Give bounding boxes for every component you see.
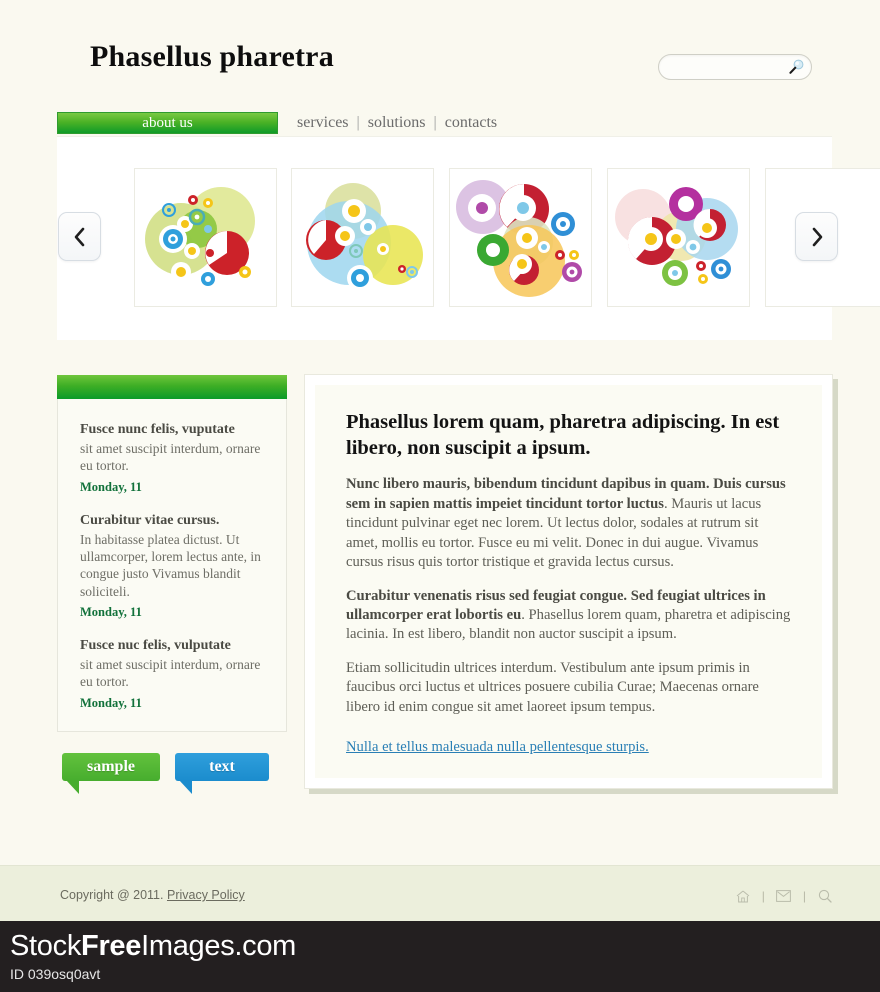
tag-buttons: sample text <box>57 753 297 803</box>
carousel-prev-button[interactable] <box>58 212 101 261</box>
tag-tail <box>179 780 192 794</box>
watermark-image-id: ID 039osq0avt <box>10 966 101 982</box>
watermark-brand-suffix: Images.com <box>141 930 297 962</box>
tag-tail <box>66 780 79 794</box>
carousel-track <box>57 137 880 340</box>
footer-separator: | <box>761 889 765 903</box>
main-paragraph-1: Nunc libero mauris, bibendum tincidunt d… <box>346 475 794 572</box>
nav-separator: | <box>356 114 360 131</box>
news-title: Curabitur vitae cursus. <box>80 512 220 528</box>
main-content-panel: Phasellus lorem quam, pharetra adipiscin… <box>304 374 833 789</box>
privacy-policy-link[interactable]: Privacy Policy <box>167 888 245 902</box>
carousel-slide-1[interactable] <box>134 168 277 307</box>
main-heading: Phasellus lorem quam, pharetra adipiscin… <box>346 411 780 460</box>
carousel-slide-3[interactable] <box>449 168 592 307</box>
text-tag-button[interactable]: text <box>175 753 269 794</box>
news-date: Monday, 11 <box>80 479 142 494</box>
main-paragraph-3: Etiam sollicitudin ultrices interdum. Ve… <box>346 659 794 717</box>
search-icon[interactable] <box>815 888 835 904</box>
news-sidebar: Fusce nunc felis, vuputate sit amet susc… <box>57 375 287 732</box>
main-content-inner: Phasellus lorem quam, pharetra adipiscin… <box>315 385 822 778</box>
site-header: Phasellus pharetra <box>0 0 880 108</box>
mail-icon[interactable] <box>774 888 794 904</box>
stock-watermark-bar: StockFreeImages.com ID 039osq0avt <box>0 921 880 992</box>
list-item[interactable]: Curabitur vitae cursus. In habitasse pla… <box>80 512 270 620</box>
page-title: Phasellus pharetra <box>90 40 334 73</box>
search-input[interactable] <box>669 57 791 79</box>
search-box[interactable] <box>658 54 812 80</box>
carousel-next-button[interactable] <box>795 212 838 261</box>
news-text: sit amet suscipit interdum, ornare eu to… <box>80 657 261 690</box>
search-icon[interactable] <box>787 58 805 76</box>
nav-item-about-us[interactable]: about us <box>57 112 278 134</box>
news-text: In habitasse platea dictust. Ut ullamcor… <box>80 531 261 599</box>
watermark-brand-prefix: Stock <box>10 930 82 962</box>
nav-item-contacts[interactable]: contacts <box>444 114 498 132</box>
sample-tag-label: sample <box>87 758 135 775</box>
list-item[interactable]: Fusce nunc felis, vuputate sit amet susc… <box>80 421 270 495</box>
news-title: Fusce nunc felis, vuputate <box>80 422 235 437</box>
main-paragraph-2: Curabitur venenatis risus sed feugiat co… <box>346 587 794 645</box>
home-icon[interactable] <box>733 888 753 904</box>
news-sidebar-body: Fusce nunc felis, vuputate sit amet susc… <box>57 399 287 732</box>
main-paragraph-3-rest: Etiam sollicitudin ultrices interdum. Ve… <box>346 659 759 715</box>
list-item[interactable]: Fusce nuc felis, vulputate sit amet susc… <box>80 637 270 711</box>
text-tag-label: text <box>209 758 235 775</box>
news-sidebar-header <box>57 375 287 399</box>
news-title: Fusce nuc felis, vulputate <box>80 637 231 653</box>
nav-item-about-us-label: about us <box>142 114 193 131</box>
content-area: Fusce nunc felis, vuputate sit amet susc… <box>0 345 880 855</box>
main-nav: about us services | solutions | contacts <box>0 108 880 136</box>
news-date: Monday, 11 <box>80 604 142 619</box>
website-page: Phasellus pharetra about us services | s… <box>0 0 880 930</box>
watermark-brand: StockFreeImages.com <box>10 930 296 963</box>
footer-copyright-text: Copyright @ 2011. <box>60 888 164 902</box>
carousel-slide-4[interactable] <box>607 168 750 307</box>
chevron-right-icon <box>810 227 824 247</box>
main-content-link[interactable]: Nulla et tellus malesuada nulla pellente… <box>346 739 649 756</box>
watermark-brand-bold: Free <box>81 930 142 962</box>
nav-item-services[interactable]: services <box>296 114 350 132</box>
nav-links: services | solutions | contacts <box>296 112 498 134</box>
footer-separator: | <box>802 889 806 903</box>
nav-item-solutions[interactable]: solutions <box>367 114 427 132</box>
image-carousel <box>57 136 880 340</box>
news-text: sit amet suscipit interdum, ornare eu to… <box>80 441 261 474</box>
chevron-left-icon <box>73 227 87 247</box>
nav-separator: | <box>433 114 437 131</box>
sample-tag-button[interactable]: sample <box>62 753 160 794</box>
footer-copyright: Copyright @ 2011. Privacy Policy <box>60 888 245 902</box>
footer-icon-row: | | <box>733 888 835 904</box>
news-date: Monday, 11 <box>80 695 142 710</box>
carousel-slide-2[interactable] <box>291 168 434 307</box>
